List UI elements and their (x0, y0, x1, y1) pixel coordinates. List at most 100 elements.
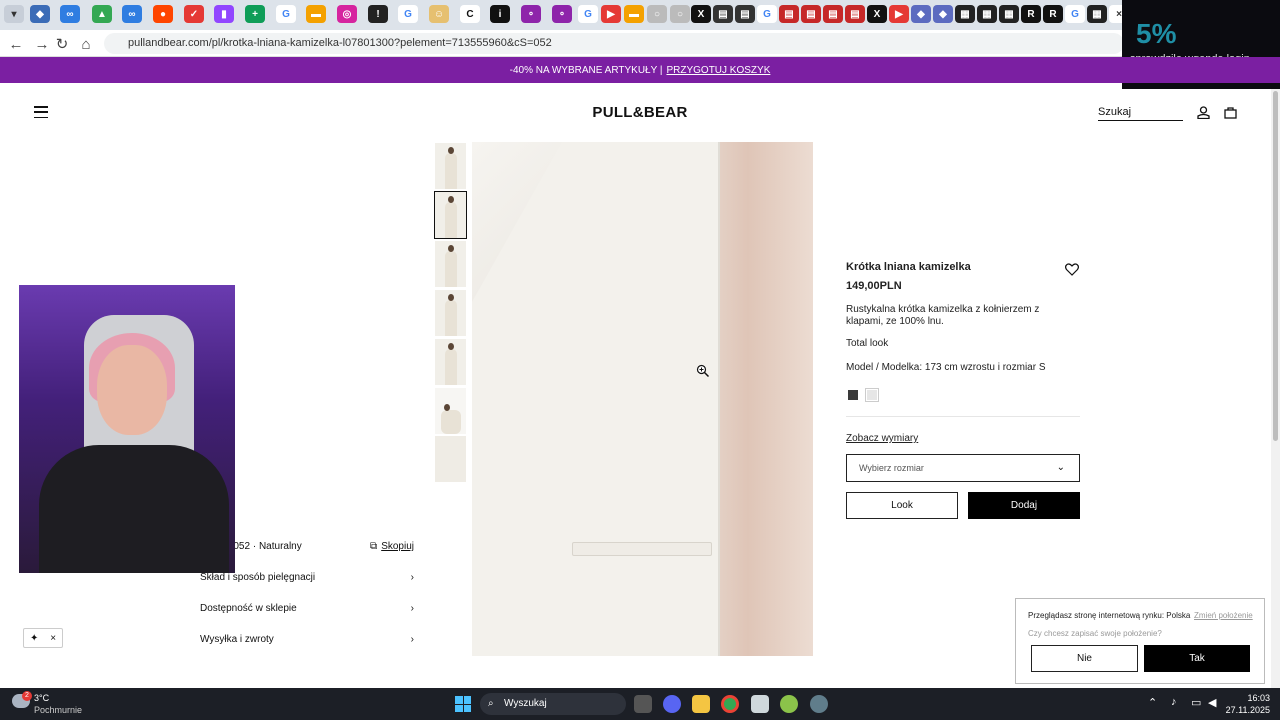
look-button[interactable]: Look (846, 492, 958, 519)
tab-favicon[interactable]: C (460, 5, 480, 23)
product-price: 149,00PLN (846, 280, 902, 292)
product-thumbnail[interactable] (435, 290, 466, 336)
taskbar-search[interactable]: ⌕ Wyszukaj (480, 693, 626, 715)
accessibility-widget[interactable]: ✦ × (23, 628, 63, 648)
tab-favicon[interactable]: ▮ (214, 5, 234, 23)
tab-favicon[interactable]: ○ (670, 5, 690, 23)
product-thumbnail[interactable] (435, 143, 466, 189)
discord-icon[interactable] (663, 695, 681, 713)
yes-button[interactable]: Tak (1144, 645, 1250, 672)
brand-logo[interactable]: PULL&BEAR (560, 104, 720, 121)
tab-favicon[interactable]: ∘ (552, 5, 572, 23)
menu-icon[interactable] (34, 106, 48, 118)
microphone-icon[interactable]: ♪ (1171, 696, 1177, 708)
product-thumbnail[interactable] (435, 436, 466, 482)
tab-favicon[interactable]: ! (368, 5, 388, 23)
tab-favicon[interactable]: ▲ (92, 5, 112, 23)
tab-favicon[interactable]: R (1021, 5, 1041, 23)
accessibility-icon[interactable]: ✦ (30, 633, 38, 644)
accordion-composition[interactable]: Skład i sposób pielęgnacji › (200, 572, 414, 583)
product-thumbnail[interactable] (435, 339, 466, 385)
tab-favicon[interactable]: G (276, 5, 296, 23)
search-input[interactable]: Szukaj (1098, 104, 1183, 121)
promo-link[interactable]: PRZYGOTUJ KOSZYK (666, 65, 770, 76)
tab-favicon[interactable]: ✓ (184, 5, 204, 23)
tab-favicon[interactable]: ▦ (999, 5, 1019, 23)
tab-favicon[interactable]: ● (153, 5, 173, 23)
tab-favicon[interactable]: ∞ (60, 5, 80, 23)
tab-favicon[interactable]: ◆ (933, 5, 953, 23)
size-guide-link[interactable]: Zobacz wymiary (846, 433, 918, 444)
tab-favicon[interactable]: ▬ (306, 5, 326, 23)
tab-favicon[interactable]: G (398, 5, 418, 23)
app-icon[interactable] (780, 695, 798, 713)
tab-favicon[interactable]: ○ (647, 5, 667, 23)
chevron-right-icon: › (410, 603, 414, 614)
tray-chevron-icon[interactable]: ⌃ (1148, 696, 1157, 709)
product-thumbnail[interactable] (435, 388, 466, 434)
clock-time[interactable]: 16:03 (1230, 693, 1270, 703)
chrome-icon[interactable] (721, 695, 739, 713)
tab-favicon[interactable]: ▤ (779, 5, 799, 23)
accordion-label: Dostępność w sklepie (200, 603, 297, 614)
color-swatch-dark[interactable] (848, 390, 858, 400)
app-icon[interactable] (751, 695, 769, 713)
tab-favicon[interactable]: ▦ (977, 5, 997, 23)
tab-favicon[interactable]: ▶ (889, 5, 909, 23)
tab-favicon[interactable]: ◆ (911, 5, 931, 23)
home-icon[interactable]: ⌂ (76, 34, 96, 54)
page-scrollbar[interactable] (1271, 89, 1280, 688)
tab-favicon[interactable]: G (1065, 5, 1085, 23)
change-location-link[interactable]: Zmień położenie (1194, 611, 1253, 620)
product-description: Rustykalna krótka kamizelka z kołnierzem… (846, 304, 1040, 327)
product-main-image[interactable] (472, 142, 813, 656)
network-icon[interactable]: ▭ (1191, 696, 1201, 709)
tab-favicon[interactable]: X (691, 5, 711, 23)
product-thumbnail[interactable] (435, 241, 466, 287)
back-icon[interactable]: ← (6, 34, 26, 54)
tab-favicon[interactable]: ▦ (955, 5, 975, 23)
tab-favicon[interactable]: + (245, 5, 265, 23)
account-icon[interactable] (1197, 106, 1210, 120)
tab-favicon[interactable]: X (867, 5, 887, 23)
clock-date[interactable]: 27.11.2025 (1222, 705, 1270, 715)
tab-favicon[interactable]: ◎ (337, 5, 357, 23)
accordion-shipping[interactable]: Wysyłka i zwroty › (200, 634, 414, 645)
volume-icon[interactable]: ◀ (1208, 696, 1216, 709)
tab-favicon[interactable]: ☺ (429, 5, 449, 23)
file-explorer-icon[interactable] (692, 695, 710, 713)
no-button[interactable]: Nie (1031, 645, 1138, 672)
zoom-icon[interactable] (696, 364, 710, 378)
copy-button[interactable]: ⧉ Skopiuj (370, 541, 414, 552)
tab-favicon[interactable]: ∞ (122, 5, 142, 23)
tab-list-button[interactable]: ▾ (4, 5, 24, 23)
tab-favicon[interactable]: ▤ (735, 5, 755, 23)
task-view-icon[interactable] (634, 695, 652, 713)
tab-favicon[interactable]: ∘ (521, 5, 541, 23)
tab-favicon[interactable]: ▦ (1087, 5, 1107, 23)
tab-favicon[interactable]: ▤ (713, 5, 733, 23)
tab-favicon[interactable]: ▬ (624, 5, 644, 23)
reload-icon[interactable]: ↻ (52, 34, 72, 54)
close-icon[interactable]: × (50, 633, 56, 644)
url-field[interactable]: pullandbear.com/pl/krotka-lniana-kamizel… (104, 33, 1124, 54)
tab-favicon[interactable]: ▤ (823, 5, 843, 23)
tab-favicon[interactable]: R (1043, 5, 1063, 23)
size-select[interactable]: Wybierz rozmiar ⌄ (846, 454, 1080, 482)
accordion-store-availability[interactable]: Dostępność w sklepie › (200, 603, 414, 614)
wishlist-heart-icon[interactable] (1065, 263, 1079, 276)
color-swatch-natural[interactable] (865, 388, 879, 402)
tab-favicon[interactable]: ▤ (845, 5, 865, 23)
tab-favicon[interactable]: ◆ (30, 5, 50, 23)
add-to-cart-button[interactable]: Dodaj (968, 492, 1080, 519)
windows-start-icon[interactable] (455, 696, 471, 712)
tab-favicon[interactable]: G (578, 5, 598, 23)
tab-favicon[interactable]: i (490, 5, 510, 23)
tab-favicon[interactable]: ▶ (601, 5, 621, 23)
forward-icon[interactable]: → (32, 34, 52, 54)
tab-favicon[interactable]: G (757, 5, 777, 23)
product-thumbnail-selected[interactable] (434, 191, 467, 239)
cart-icon[interactable] (1224, 106, 1237, 119)
app-icon[interactable] (810, 695, 828, 713)
tab-favicon[interactable]: ▤ (801, 5, 821, 23)
